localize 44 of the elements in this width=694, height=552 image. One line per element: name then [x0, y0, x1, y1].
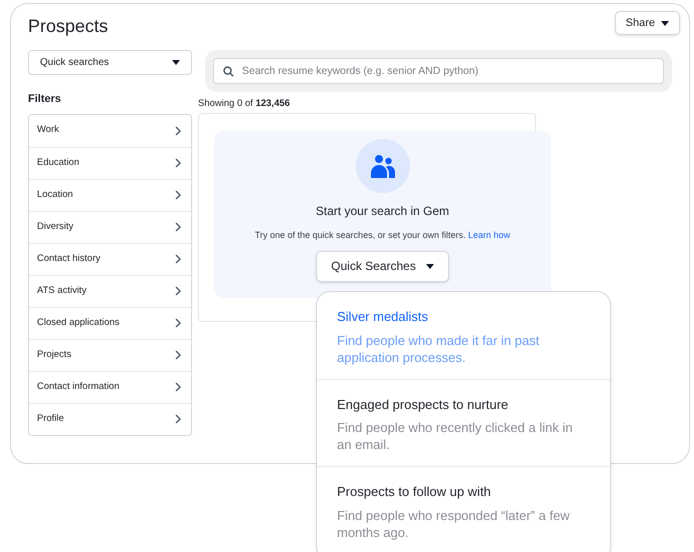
empty-state-text: Try one of the quick searches, or set your own filters. [254, 230, 466, 240]
menu-item[interactable]: Silver medalists Find people who made it far in past application processes. [317, 292, 610, 378]
filter-item[interactable]: ATS activity [29, 274, 191, 306]
menu-item-title: Silver medalists [337, 308, 430, 326]
chevron-right-icon [175, 158, 181, 168]
empty-state-title: Start your search in Gem [316, 203, 450, 220]
quick-searches-select[interactable]: Quick searches [28, 50, 192, 75]
menu-item[interactable]: Prospects to follow up with Find people who responded “later” a few months ago. [317, 466, 610, 552]
chevron-right-icon [175, 126, 181, 136]
chevron-right-icon [175, 382, 181, 392]
search-field[interactable]: Search resume keywords (e.g. senior AND python) [213, 58, 664, 84]
filter-item[interactable]: Education [29, 146, 191, 178]
people-icon [368, 154, 396, 178]
chevron-right-icon [175, 254, 181, 264]
menu-item-title: Prospects to follow up with [337, 483, 492, 501]
learn-how-link[interactable]: Learn how [468, 230, 510, 240]
chevron-right-icon [175, 222, 181, 232]
chevron-right-icon [175, 286, 181, 296]
filter-item[interactable]: Profile [29, 402, 191, 434]
filter-item[interactable]: Contact information [29, 370, 191, 402]
quick-searches-button[interactable]: Quick Searches [316, 250, 449, 282]
filter-item[interactable]: Diversity [29, 210, 191, 242]
chevron-right-icon [175, 414, 181, 424]
filter-item[interactable]: Closed applications [29, 306, 191, 338]
filter-item[interactable]: Work [29, 114, 191, 146]
filter-item[interactable]: Location [29, 178, 191, 210]
menu-item-description: Find people who responded “later” a few months ago. [337, 506, 571, 540]
chevron-right-icon [175, 318, 181, 328]
filter-item[interactable]: Contact history [29, 242, 191, 274]
menu-item-title: Engaged prospects to nurture [337, 396, 510, 414]
menu-item-description: Find people who recently clicked a link in an email. [337, 419, 574, 453]
caret-icon [426, 264, 434, 269]
menu-item[interactable]: Engaged prospects to nurture Find people who recently clicked a link in an email. [317, 378, 610, 466]
filter-item[interactable]: Projects [29, 338, 191, 370]
chevron-right-icon [175, 350, 181, 360]
caret-icon [172, 60, 180, 65]
share-button[interactable]: Share [614, 11, 680, 35]
results-count: Showing 0 of 123,456 [198, 97, 291, 111]
page-title: Prospects [28, 15, 108, 38]
caret-icon [661, 20, 669, 26]
filters-heading: Filters [28, 92, 62, 107]
menu-item-description: Find people who made it far in past application processes. [337, 332, 540, 366]
search-icon [223, 66, 234, 77]
chevron-right-icon [175, 190, 181, 200]
